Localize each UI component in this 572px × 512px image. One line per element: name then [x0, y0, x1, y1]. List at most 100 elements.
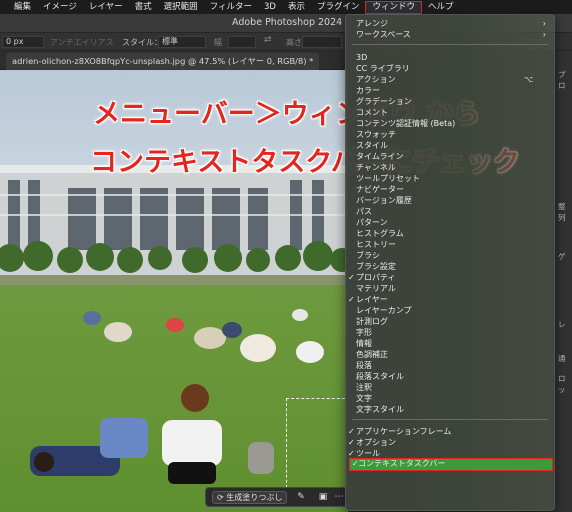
menu-item-window_menu-items-21[interactable]: マテリアル [346, 283, 554, 294]
right-panels: プロ 整列ゲレ通ロッ [553, 51, 572, 512]
menu-item-window_menu-items-20[interactable]: ✓ プロパティ [346, 272, 554, 283]
antialias-label: アンチエイリアス [50, 38, 114, 47]
menu-item-label: バージョン履歴 [356, 196, 412, 205]
menu-10[interactable]: ヘルプ [422, 0, 460, 14]
menu-4[interactable]: 選択範囲 [158, 0, 204, 14]
menu-3[interactable]: 書式 [129, 0, 158, 14]
menu-item-window_menu-items-10[interactable]: チャンネル [346, 162, 554, 173]
menu-item-label: ツール [356, 449, 380, 458]
width-label: 幅 [214, 38, 222, 47]
menu-item-window_menu-items-24[interactable]: 計測ログ [346, 316, 554, 327]
menu-8[interactable]: プラグイン [311, 0, 366, 14]
menu-item-label: 情報 [356, 339, 372, 348]
menu-item-window_menu-items-11[interactable]: ツールプリセット [346, 173, 554, 184]
menu-item-window_menu-items-18[interactable]: ブラシ [346, 250, 554, 261]
submenu-arrow-icon: › [542, 19, 546, 28]
menu-item-window_menu-items-27[interactable]: 色調補正 [346, 349, 554, 360]
menu-item-window_menu-items-13[interactable]: バージョン履歴 [346, 195, 554, 206]
style-select[interactable]: 標準 [158, 36, 206, 48]
brush-icon[interactable]: ✎ [294, 491, 308, 504]
menu-item-window_menu-items-23[interactable]: レイヤーカンプ [346, 305, 554, 316]
menu-item-window_menu-items-30[interactable]: 注釈 [346, 382, 554, 393]
menu-item-window_menu-items-14[interactable]: パス [346, 206, 554, 217]
menu-item-label: CC ライブラリ [356, 64, 410, 73]
antialias-checkbox-label[interactable]: アンチエイリアス [50, 37, 114, 48]
menu-6[interactable]: 3D [258, 0, 282, 14]
menu-5[interactable]: フィルター [204, 0, 258, 14]
menu-item-label: パス [356, 207, 372, 216]
generative-fill-icon: ⟳ [217, 493, 224, 502]
document-tab-label: adrien-olichon-z8XO8BfqpYc-unsplash.jpg … [12, 56, 314, 66]
height-input[interactable] [302, 36, 342, 48]
menu-item-label: コンテンツ認証情報 (Beta) [356, 119, 456, 128]
menu-item-window_menu-bottom_items-0[interactable]: ✓ アプリケーションフレーム [346, 426, 554, 437]
menu-item-label: スタイル [356, 141, 388, 150]
menu-item-label: ヒストグラム [356, 229, 404, 238]
swap-icon[interactable]: ⇄ [264, 35, 272, 45]
menu-item-window_menu-items-31[interactable]: 文字 [346, 393, 554, 404]
menu-item-label: ツールプリセット [356, 174, 420, 183]
menu-item-label: レイヤー [356, 295, 388, 304]
menu-item-window_menu-items-0[interactable]: 3D [346, 52, 554, 63]
menu-2[interactable]: レイヤー [83, 0, 129, 14]
shortcut-label: ⌥ [524, 75, 534, 84]
contextual-taskbar: ⟳ 生成塗りつぶし ✎ ▣ ⋯ [205, 487, 348, 507]
panel-tab-2[interactable]: ゲ [558, 251, 566, 262]
menu-item-window_menu-items-9[interactable]: タイムライン [346, 151, 554, 162]
menu-item-window_menu-items-17[interactable]: ヒストリー [346, 239, 554, 250]
menu-0[interactable]: 編集 [8, 0, 37, 14]
checkmark-icon: ✓ [348, 295, 355, 304]
menu-item-window_menu-items-2[interactable]: アクション ⌥ [346, 74, 554, 85]
menu-item-window_menu-items-3[interactable]: カラー [346, 85, 554, 96]
menu-item-window_menu-items-22[interactable]: ✓ レイヤー [346, 294, 554, 305]
menu-item-window_menu-items-7[interactable]: スウォッチ [346, 129, 554, 140]
menu-9[interactable]: ウィンドウ [365, 0, 422, 14]
menu-item-window_menu-items-19[interactable]: ブラシ設定 [346, 261, 554, 272]
panel-tab-5[interactable]: ロッ [558, 373, 572, 395]
style-label: スタイル： [122, 38, 162, 47]
menu-item-label: コメント [356, 108, 388, 117]
menu-item-window_menu-items-28[interactable]: 段落 [346, 360, 554, 371]
generative-fill-button[interactable]: ⟳ 生成塗りつぶし [212, 491, 288, 504]
menu-item-window_menu-items-8[interactable]: スタイル [346, 140, 554, 151]
menu-item-window_menu-items-16[interactable]: ヒストグラム [346, 228, 554, 239]
menu-item-window_menu-items-4[interactable]: グラデーション [346, 96, 554, 107]
menu-1[interactable]: イメージ [37, 0, 83, 14]
menu-item-window_menu-items-15[interactable]: パターン [346, 217, 554, 228]
menu-item-window_menu-bottom_items-3[interactable]: ✓ コンテキストタスクバー [349, 458, 553, 471]
menu-item-label: コンテキストタスクバー [358, 459, 446, 468]
document-tab[interactable]: adrien-olichon-z8XO8BfqpYc-unsplash.jpg … [6, 53, 320, 70]
menu-item-label: アレンジ [356, 19, 388, 28]
menu-item-window_menu-bottom_items-1[interactable]: ✓ オプション [346, 437, 554, 448]
panel-tab-4[interactable]: 通 [558, 353, 566, 364]
panel-tab-0[interactable]: プロ [558, 69, 572, 91]
menu-item-window_menu-items-5[interactable]: コメント [346, 107, 554, 118]
width-input[interactable] [228, 36, 256, 48]
menu-item-label: オプション [356, 438, 396, 447]
menu-item-label: アクション [356, 75, 396, 84]
menu-separator [352, 419, 548, 420]
menu-item-label: 字形 [356, 328, 372, 337]
document-tab-bar: adrien-olichon-z8XO8BfqpYc-unsplash.jpg … [0, 51, 350, 70]
mask-icon[interactable]: ▣ [316, 491, 330, 504]
menu-item-window_menu-items-6[interactable]: コンテンツ認証情報 (Beta) [346, 118, 554, 129]
menu-item-window_menu-items-26[interactable]: 情報 [346, 338, 554, 349]
menu-item-window_menu-top_items-0[interactable]: アレンジ › [346, 18, 554, 29]
menu-item-window_menu-items-25[interactable]: 字形 [346, 327, 554, 338]
menu-item-label: 3D [356, 53, 368, 62]
menu-item-label: 段落スタイル [356, 372, 404, 381]
menu-item-window_menu-items-29[interactable]: 段落スタイル [346, 371, 554, 382]
menu-item-label: ヒストリー [356, 240, 396, 249]
canvas-area[interactable] [0, 70, 348, 512]
menu-item-label: チャンネル [356, 163, 396, 172]
menu-item-window_menu-items-32[interactable]: 文字スタイル [346, 404, 554, 415]
menu-item-label: ナビゲーター [356, 185, 404, 194]
size-input[interactable]: 0 px [2, 36, 44, 48]
more-icon[interactable]: ⋯ [332, 491, 346, 504]
menu-item-window_menu-top_items-1[interactable]: ワークスペース › [346, 29, 554, 40]
panel-tab-3[interactable]: レ [558, 319, 566, 330]
panel-tab-1[interactable]: 整列 [558, 201, 572, 223]
menu-7[interactable]: 表示 [282, 0, 311, 14]
menu-item-window_menu-items-1[interactable]: CC ライブラリ [346, 63, 554, 74]
menu-item-window_menu-items-12[interactable]: ナビゲーター [346, 184, 554, 195]
